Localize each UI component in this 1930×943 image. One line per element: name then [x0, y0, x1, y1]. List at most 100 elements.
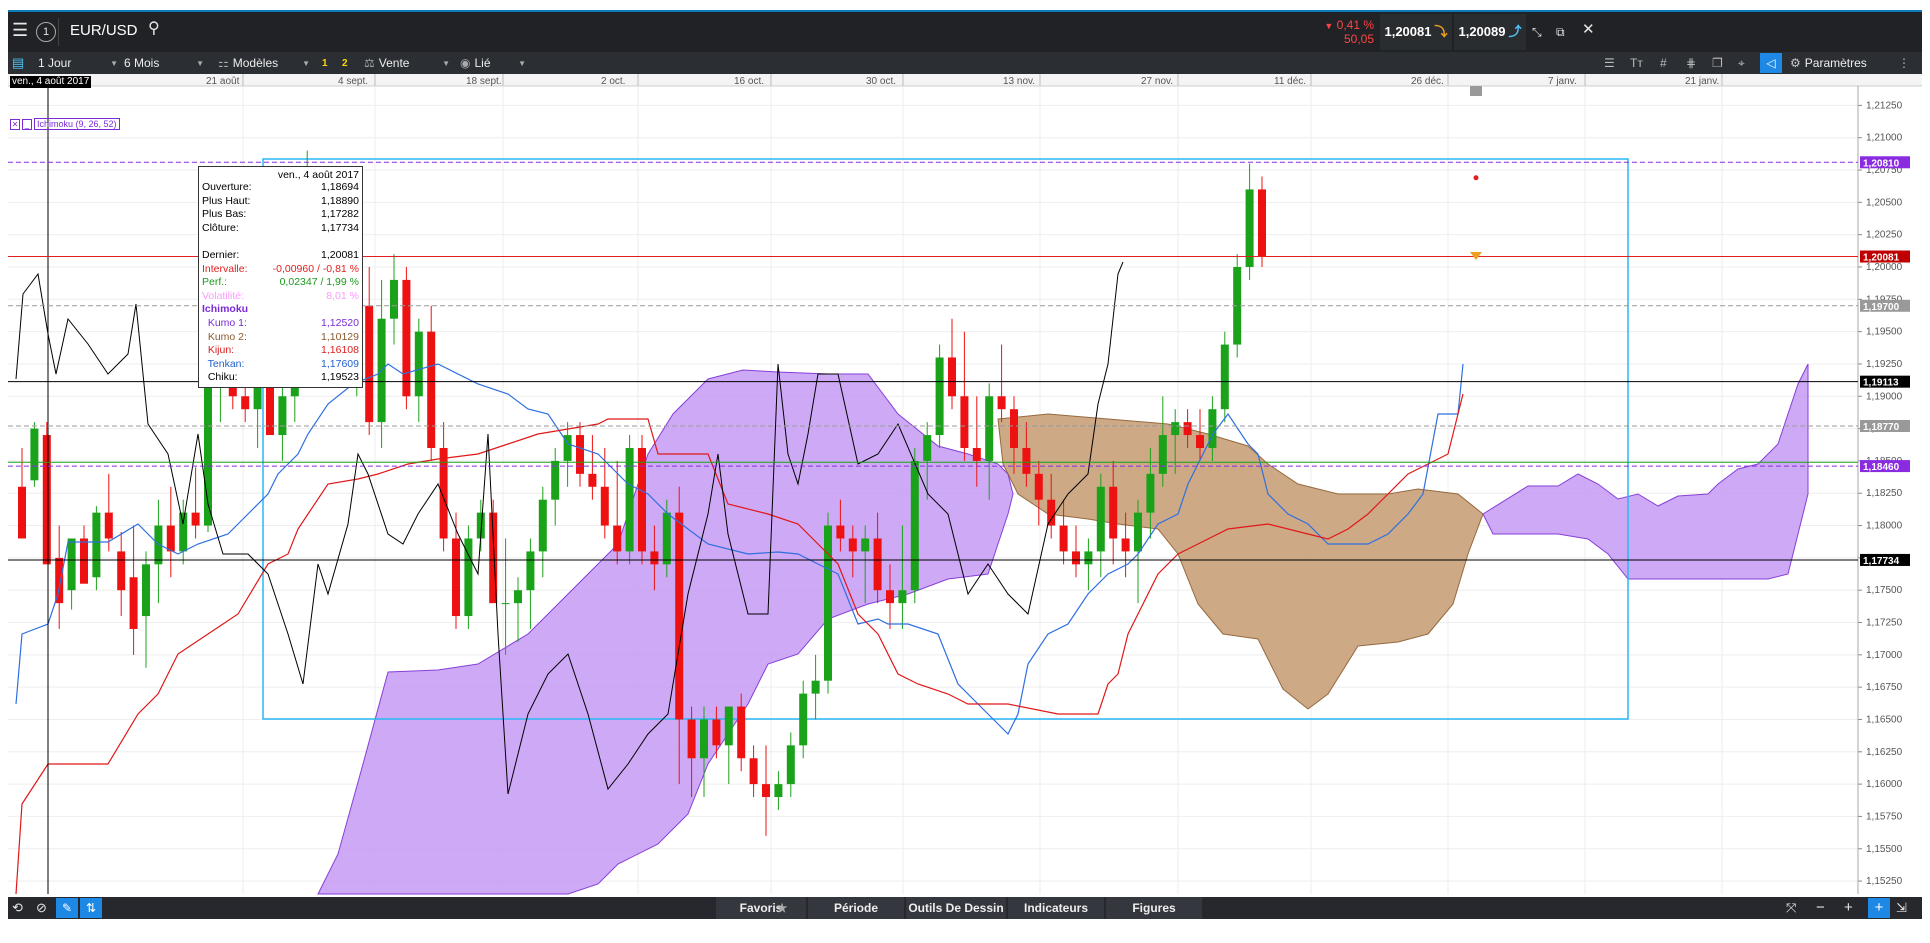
y-tick-label: 1,19250: [1866, 359, 1903, 370]
slot1-button[interactable]: 1: [322, 55, 328, 71]
tooltip-row: Plus Bas: 1,17282: [202, 208, 359, 222]
eye-icon: ◉: [460, 56, 471, 70]
x-tick-label: 2 oct.: [601, 76, 625, 87]
grid-icon[interactable]: #: [1660, 55, 1667, 71]
candle-body: [576, 435, 584, 474]
scale-icon: ⚖: [364, 56, 375, 70]
candle-body: [1096, 486, 1105, 552]
candle-body: [935, 357, 944, 436]
period-select[interactable]: 6 Mois ▼: [124, 55, 204, 71]
candle-body: [427, 331, 436, 448]
text-size-icon[interactable]: Tт: [1630, 55, 1643, 71]
candle-body: [179, 512, 188, 552]
info-icon[interactable]: 1: [36, 22, 56, 42]
candle-body: [600, 486, 609, 526]
tag-icon[interactable]: ◁: [1760, 53, 1782, 73]
settings-button[interactable]: ⚙ Paramètres: [1790, 55, 1867, 71]
y-tick-label: 1,15250: [1866, 876, 1903, 887]
indicator-legend: ✕ _ Ichimoku (9, 26, 52): [10, 118, 120, 130]
remove-indicator-icon[interactable]: ✕: [10, 118, 20, 130]
candle-body: [700, 719, 708, 759]
pencil-icon[interactable]: ✎: [56, 898, 78, 918]
chart-area[interactable]: 21 août 4 sept. 18 sept. 2 oct. 16 oct. 30 oc…: [8, 74, 1922, 897]
price-badge-label: 1,20810: [1863, 158, 1900, 169]
candle-body: [985, 396, 994, 461]
favorites-button[interactable]: Favoris: [716, 897, 806, 919]
expand-icon[interactable]: ⇲: [1896, 900, 1907, 916]
reset-icon[interactable]: ⟲: [12, 900, 23, 916]
menu-icon[interactable]: ☰: [12, 21, 28, 39]
tooltip-label: Ouverture:: [202, 181, 252, 193]
tooltip-value: 0,02347 / 1,99 %: [279, 276, 359, 289]
align-icon[interactable]: ☰: [1604, 55, 1615, 71]
candle-body: [30, 428, 39, 481]
tooltip-value: 1,18694: [321, 181, 359, 193]
crosshair-icon[interactable]: ⌖: [1738, 55, 1745, 71]
x-tick-label: 11 déc.: [1274, 76, 1306, 87]
chevron-down-icon: ▼: [110, 58, 118, 68]
zoom-out-icon[interactable]: −: [1816, 900, 1825, 916]
trading-app: ☰ 1 EUR/USD ⚲ ▼ 0,41 % 50,05 1,20081 ⤵ 1,…: [0, 0, 1930, 943]
candle-body: [278, 396, 287, 436]
candle-body: [824, 525, 832, 681]
candle-body: [414, 331, 423, 397]
tooltip-row: Ouverture: 1,18694: [202, 181, 359, 195]
drawing-tools-button[interactable]: Outils De Dessin: [906, 897, 1006, 919]
side-select[interactable]: ⚖ Vente ▼: [364, 55, 450, 71]
buy-button[interactable]: 1,20089 ⤴: [1454, 14, 1526, 50]
tooltip-value: 1,17282: [321, 208, 359, 221]
gear-icon: ⚙: [1790, 56, 1801, 70]
swap-icon[interactable]: ⇅: [80, 898, 102, 918]
tooltip-value: 1,12520: [321, 316, 359, 329]
layers-icon[interactable]: ❐: [1712, 55, 1723, 71]
candle-body: [1220, 344, 1229, 410]
sell-button[interactable]: 1,20081 ⤵: [1380, 14, 1452, 50]
indicators-button[interactable]: Indicateurs: [1008, 897, 1104, 919]
x-axis-strip: [8, 74, 1922, 86]
candle-body: [1059, 525, 1068, 552]
x-tick-label: 13 nov.: [1003, 76, 1035, 87]
popout-icon[interactable]: ⧉: [1556, 24, 1565, 40]
star-icon[interactable]: ★: [772, 897, 792, 919]
candle-body: [452, 538, 460, 617]
list-icon[interactable]: ▤: [12, 55, 24, 71]
slot2-button[interactable]: 2: [342, 55, 348, 71]
candle-body: [861, 538, 870, 552]
candle-body: [662, 512, 671, 565]
x-tick-label: 27 nov.: [1141, 76, 1173, 87]
linked-select[interactable]: ◉ Lié ▼: [460, 55, 526, 71]
x-tick-label: 30 oct.: [866, 76, 896, 87]
period-button[interactable]: Période: [808, 897, 904, 919]
interval-select[interactable]: 1 Jour ▼: [38, 55, 118, 71]
candle-body: [898, 590, 907, 604]
fit-icon[interactable]: ⤧: [1786, 900, 1796, 916]
figures-button[interactable]: Figures: [1106, 897, 1202, 919]
y-tick-label: 1,18250: [1866, 488, 1903, 499]
minimize-indicator-icon[interactable]: _: [22, 118, 32, 130]
indicator-label[interactable]: Ichimoku (9, 26, 52): [34, 118, 120, 130]
candle-body: [166, 525, 175, 552]
search-icon[interactable]: ⚲: [148, 21, 160, 37]
scroll-handle-icon[interactable]: ⋮: [1898, 55, 1910, 71]
y-tick-label: 1,16000: [1866, 779, 1903, 790]
candle-body: [1134, 512, 1142, 552]
candle-body: [749, 758, 758, 785]
zoom-in-icon[interactable]: +: [1844, 900, 1853, 916]
templates-select[interactable]: ⚏ Modèles ▼: [218, 55, 310, 71]
candle-body: [1034, 473, 1043, 500]
close-icon[interactable]: ✕: [1582, 22, 1595, 38]
candle-body: [997, 396, 1006, 410]
chevron-down-icon: ▼: [442, 58, 450, 68]
last-price-marker: [1473, 175, 1479, 181]
candle-body: [501, 603, 510, 605]
crosshair-plus-icon[interactable]: +: [1868, 898, 1890, 918]
disable-icon[interactable]: ⊘: [36, 900, 47, 916]
tooltip-label: Kumo 2:: [202, 330, 247, 343]
grid-settings-icon[interactable]: ⋕: [1686, 55, 1696, 71]
ohlc-tooltip: ven., 4 août 2017 Ouverture: 1,18694 Plus …: [198, 166, 363, 388]
tooltip-row: Kijun: 1,16108: [202, 344, 359, 358]
candle-body: [712, 719, 721, 746]
symbol-title[interactable]: EUR/USD: [70, 23, 138, 39]
y-tick-label: 1,15500: [1866, 844, 1903, 855]
shrink-icon[interactable]: ⤡: [1532, 24, 1542, 40]
